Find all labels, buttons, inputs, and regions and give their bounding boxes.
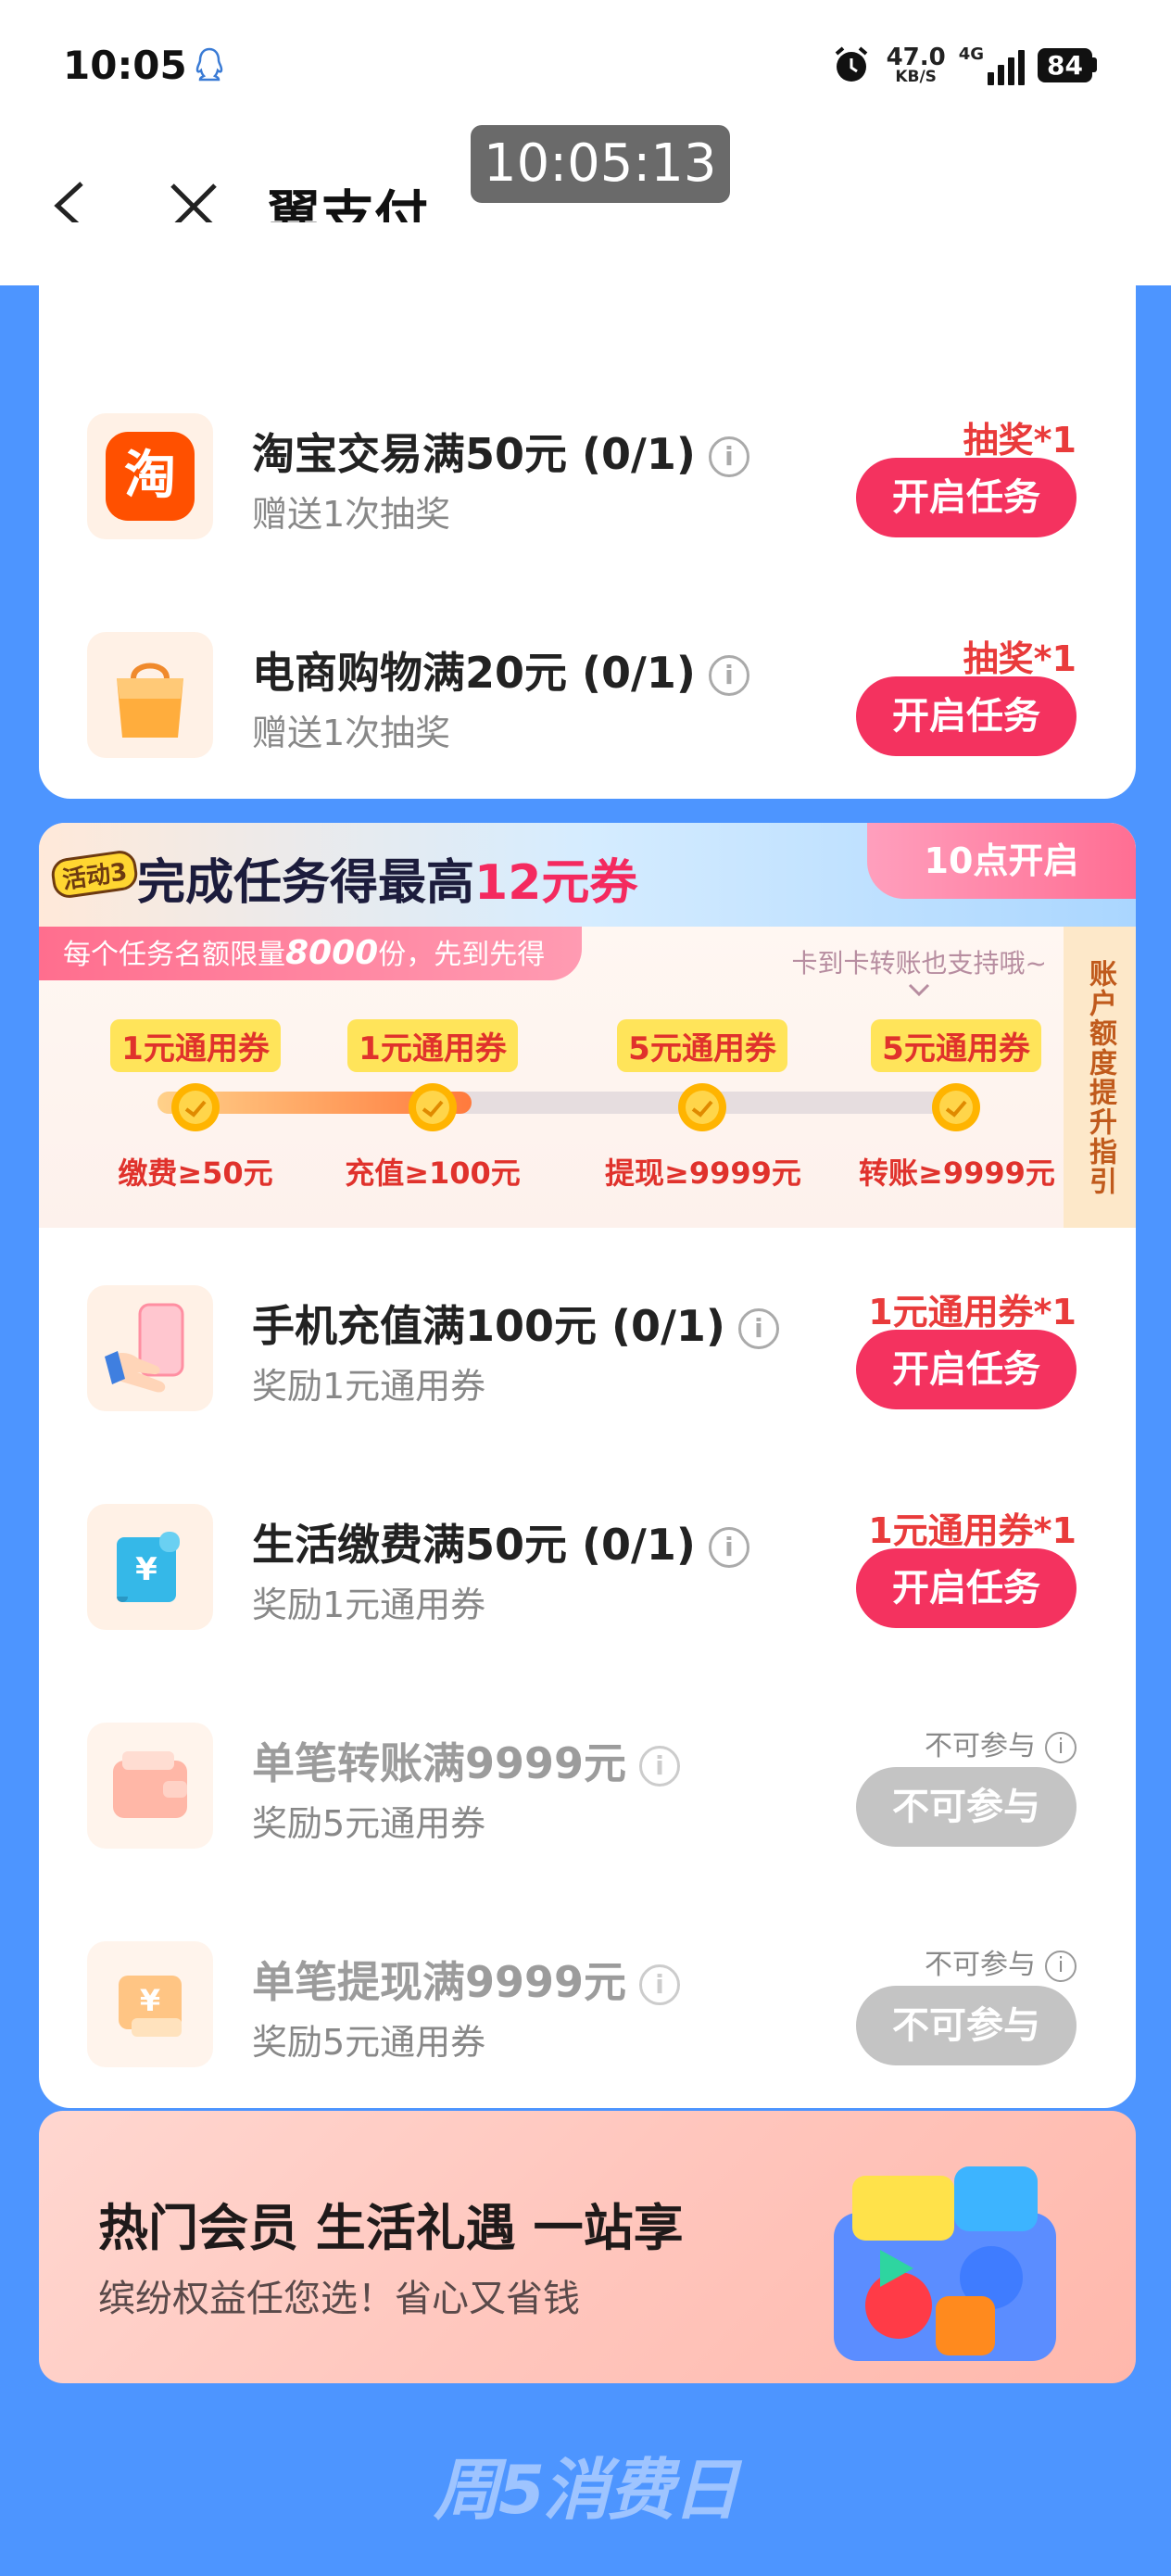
banner-headline: 热门会员 生活礼遇 一站享 [98,2199,684,2257]
svg-text:¥: ¥ [140,1983,160,2018]
step-condition: 充值≥100元 [345,1155,521,1191]
task-reward: 抽奖*1 [963,638,1077,679]
activity-tag: 活动3 [49,848,140,901]
battery-icon: 84 [1038,47,1097,82]
task-row: 电商购物满20元 (0/1) i 赠送1次抽奖 抽奖*1 开启任务 [87,632,1134,762]
task-row: ¥ 单笔提现满9999元 i 奖励5元通用券 不可参与 i 不可参与 [87,1941,1134,2071]
start-task-button[interactable]: 开启任务 [856,458,1077,537]
info-icon[interactable]: i [708,436,749,477]
task-subtitle: 奖励1元通用券 [252,1366,486,1407]
info-icon[interactable]: i [708,655,749,696]
coin-icon [171,1083,220,1131]
start-task-button[interactable]: 开启任务 [856,676,1077,756]
task-card-draw: 淘 淘宝交易满50元 (0/1) i 赠送1次抽奖 抽奖*1 开启任务 电商购物满… [39,222,1136,799]
task-title: 手机充值满100元 (0/1) i [252,1293,779,1354]
signal-bar-icon [1008,57,1015,85]
phone-recharge-icon [87,1285,213,1411]
info-icon[interactable]: i [1045,1951,1077,1982]
network-speed-unit: KB/S [895,67,937,86]
task-subtitle: 赠送1次抽奖 [252,494,451,535]
membership-banner[interactable]: 热门会员 生活礼遇 一站享 缤纷权益任您选！省心又省钱 [39,2111,1136,2383]
task-row: 手机充值满100元 (0/1) i 奖励1元通用券 1元通用券*1 开启任务 [87,1285,1134,1415]
task-reward: 1元通用券*1 [868,1292,1077,1332]
task-row: ¥ 生活缴费满50元 (0/1) i 奖励1元通用券 1元通用券*1 开启任务 [87,1504,1134,1634]
shopping-bag-icon [87,632,213,758]
svg-text:¥: ¥ [135,1551,157,1588]
open-time-badge: 10点开启 [867,823,1136,899]
footer-logo: 周5消费日 [433,2451,739,2529]
step-voucher: 5元通用券 [617,1019,787,1072]
progress-step: 1元通用券 充值≥100元 [335,1019,530,1193]
bill-payment-icon: ¥ [87,1504,213,1630]
account-limit-guide-tab[interactable]: 账户额度提升指引 [1064,927,1136,1228]
info-icon[interactable]: i [708,1527,749,1568]
task-title: 单笔提现满9999元 i [252,1949,681,2010]
task-subtitle: 奖励1元通用券 [252,1585,486,1625]
signal-strength: 4G [958,44,1026,85]
step-condition: 缴费≥50元 [118,1155,273,1191]
status-right: 47.0 KB/S 4G 84 [829,43,1097,87]
start-task-button[interactable]: 开启任务 [856,1548,1077,1628]
progress-step: 5元通用券 提现≥9999元 [605,1019,801,1193]
task-title: 生活缴费满50元 (0/1) i [252,1511,749,1572]
activity-header: 活动3 完成任务得最高12元券 10点开启 [39,823,1136,927]
signal-bar-icon [1018,50,1026,85]
coin-icon [409,1083,457,1131]
step-voucher: 1元通用券 [347,1019,518,1072]
activity-body: 每个任务名额限量8000份，先到先得 卡到卡转账也支持哦~ 1元通用券 缴费≥5… [39,927,1136,1228]
task-status: 不可参与 i [925,1941,1077,1982]
signal-bar-icon [988,72,995,85]
task-title: 电商购物满20元 (0/1) i [252,639,749,701]
info-icon[interactable]: i [1045,1732,1077,1763]
network-type: 4G [958,44,985,64]
chevron-down-icon [909,983,930,997]
wallet-icon [87,1723,213,1849]
alarm-clock-icon [835,46,867,82]
signal-bar-icon [998,65,1005,85]
unavailable-button: 不可参与 [856,1767,1077,1847]
info-icon[interactable]: i [737,1308,779,1349]
info-icon[interactable]: i [639,1964,681,2005]
progress-step: 1元通用券 缴费≥50元 [98,1019,293,1193]
battery-level: 84 [1038,47,1092,82]
step-voucher: 1元通用券 [110,1019,281,1072]
progress-step: 5元通用券 转账≥9999元 [859,1019,1055,1193]
task-subtitle: 赠送1次抽奖 [252,713,451,753]
cash-card-icon: ¥ [87,1941,213,2067]
activity-title: 完成任务得最高12元券 [137,855,638,911]
svg-text:淘: 淘 [124,446,176,506]
task-title: 单笔转账满9999元 i [252,1730,681,1791]
task-row: 淘 淘宝交易满50元 (0/1) i 赠送1次抽奖 抽奖*1 开启任务 [87,413,1134,543]
banner-subline: 缤纷权益任您选！省心又省钱 [98,2278,580,2320]
status-time: 10:05 [63,43,187,88]
task-row: 单笔转账满9999元 i 奖励5元通用券 不可参与 i 不可参与 [87,1723,1134,1852]
start-task-button[interactable]: 开启任务 [856,1330,1077,1409]
task-subtitle: 奖励5元通用券 [252,1803,486,1844]
task-status: 不可参与 i [925,1723,1077,1763]
task-title: 淘宝交易满50元 (0/1) i [252,421,749,482]
info-icon[interactable]: i [639,1746,681,1787]
task-reward: 1元通用券*1 [868,1510,1077,1551]
quota-notice: 每个任务名额限量8000份，先到先得 [39,927,583,980]
timestamp-overlay: 10:05:13 [471,125,730,203]
task-subtitle: 奖励5元通用券 [252,2022,486,2063]
task-reward: 抽奖*1 [963,420,1077,461]
step-condition: 转账≥9999元 [859,1155,1055,1191]
step-condition: 提现≥9999元 [605,1155,801,1191]
unavailable-button: 不可参与 [856,1986,1077,2065]
network-speed: 47.0 KB/S [887,45,946,85]
membership-gift-box-icon [834,2166,1056,2361]
task-card-voucher: 手机充值满100元 (0/1) i 奖励1元通用券 1元通用券*1 开启任务 ¥ … [39,1228,1136,2108]
network-speed-value: 47.0 [886,43,946,71]
transfer-support-note[interactable]: 卡到卡转账也支持哦~ [792,943,1047,999]
qq-penguin-icon [195,47,223,82]
coin-icon [932,1083,980,1131]
coin-icon [678,1083,726,1131]
taobao-icon: 淘 [87,413,213,539]
activity-title-highlight: 12元券 [474,855,638,911]
activity-banner: 活动3 完成任务得最高12元券 10点开启 每个任务名额限量8000份，先到先得… [39,823,1136,1228]
step-voucher: 5元通用券 [871,1019,1041,1072]
